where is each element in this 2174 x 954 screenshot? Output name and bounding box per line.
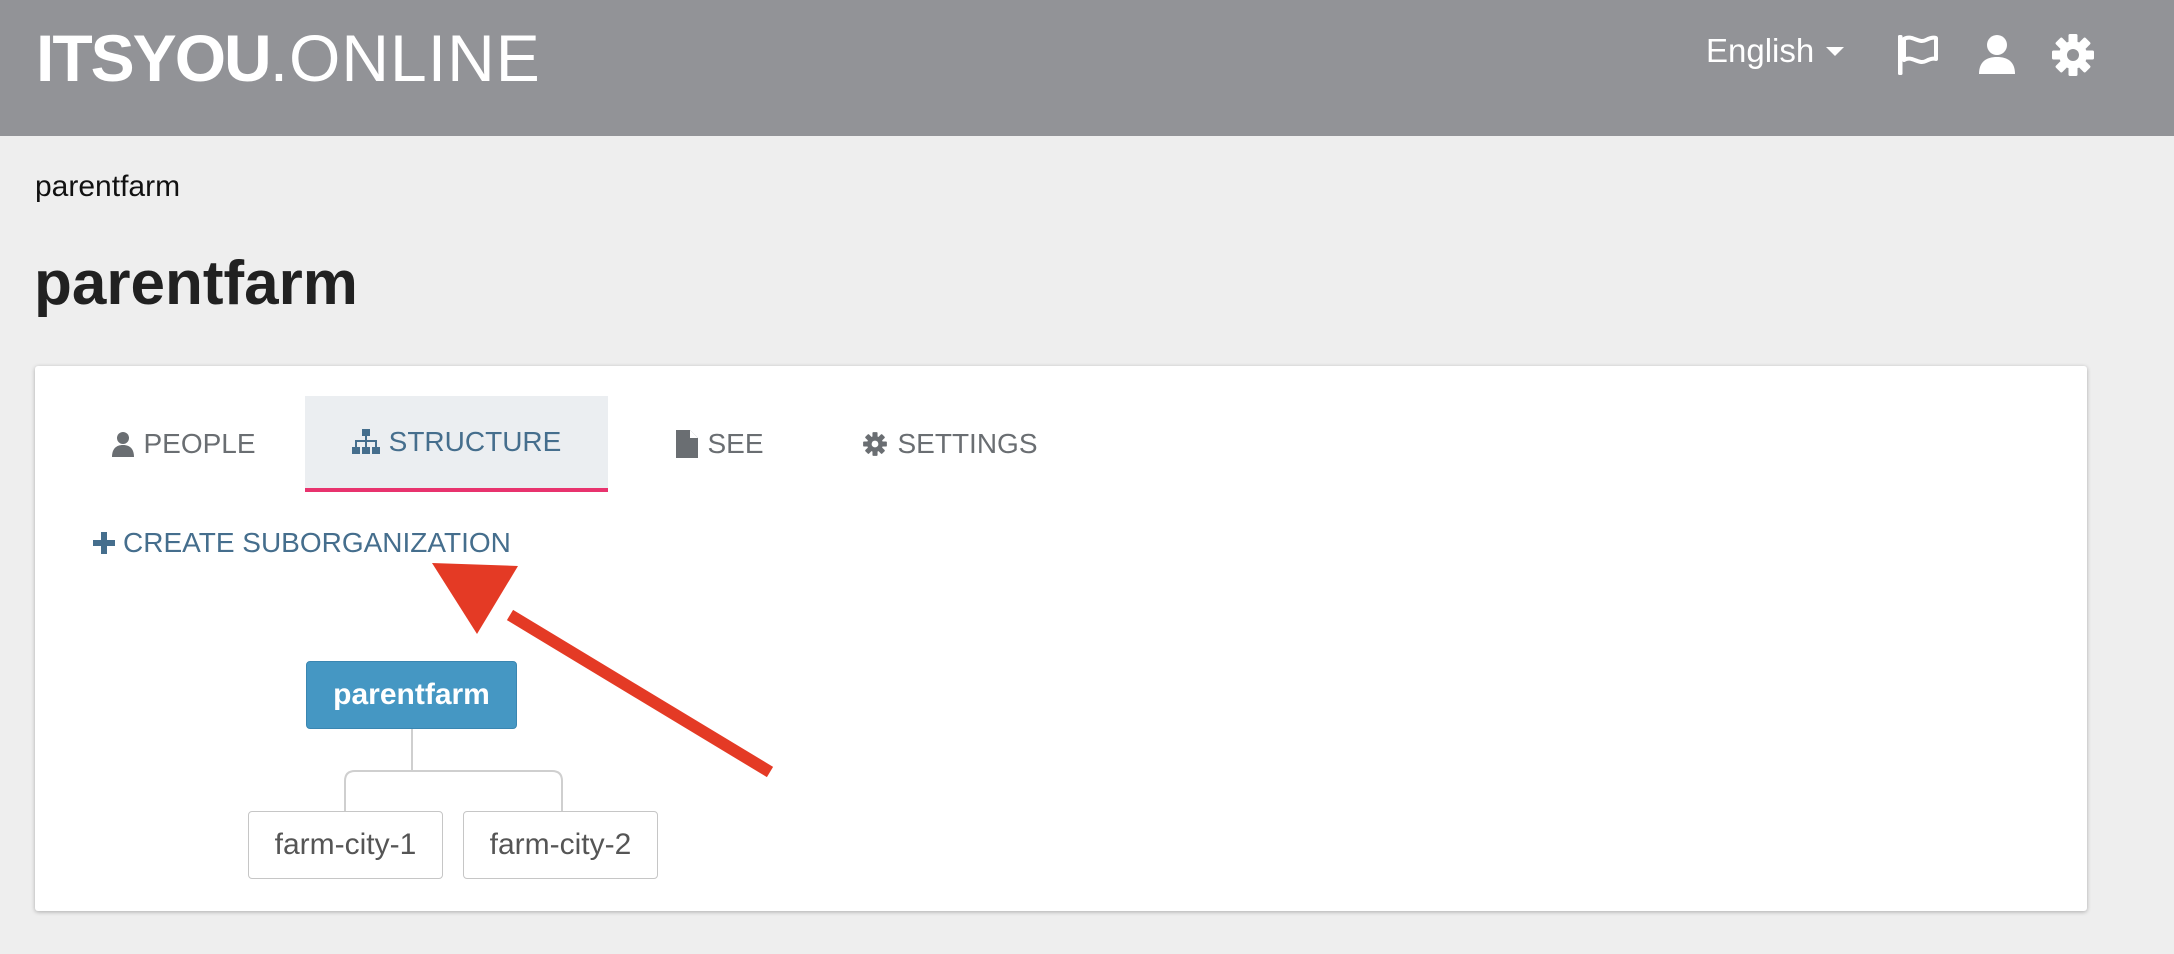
logo-light-text: .ONLINE bbox=[269, 21, 541, 95]
sitemap-icon bbox=[351, 429, 380, 454]
tab-structure[interactable]: STRUCTURE bbox=[305, 396, 608, 492]
language-dropdown[interactable]: English bbox=[1706, 30, 1845, 72]
tab-label: STRUCTURE bbox=[388, 426, 562, 457]
language-label: English bbox=[1706, 32, 1815, 69]
create-suborganization-button[interactable]: CREATE SUBORGANIZATION bbox=[93, 524, 511, 562]
file-icon bbox=[676, 430, 699, 458]
org-tree-root-node[interactable]: parentfarm bbox=[306, 661, 517, 729]
caret-down-icon bbox=[1826, 46, 1845, 56]
tab-label: SEE bbox=[707, 428, 764, 459]
tab-label: PEOPLE bbox=[143, 428, 256, 459]
top-navbar: ITSYOU .ONLINE English bbox=[0, 0, 2174, 136]
flag-icon[interactable] bbox=[1894, 32, 1940, 78]
app-logo[interactable]: ITSYOU .ONLINE bbox=[36, 18, 541, 98]
gear-icon bbox=[863, 432, 888, 456]
organization-card: PEOPLE STRUCTURE SEE SETTINGS CREATE SUB… bbox=[35, 366, 2087, 911]
tab-settings[interactable]: SETTINGS bbox=[830, 396, 1070, 492]
org-tree-child-node[interactable]: farm-city-2 bbox=[463, 811, 658, 879]
plus-icon bbox=[93, 532, 115, 554]
tab-label: SETTINGS bbox=[897, 428, 1038, 459]
tab-see[interactable]: SEE bbox=[650, 396, 790, 492]
user-icon bbox=[112, 432, 135, 457]
page-title: parentfarm bbox=[34, 249, 358, 318]
user-icon[interactable] bbox=[1974, 32, 2020, 78]
breadcrumb[interactable]: parentfarm bbox=[35, 170, 180, 204]
create-suborganization-label: CREATE SUBORGANIZATION bbox=[123, 527, 511, 558]
logo-bold-text: ITSYOU bbox=[36, 21, 272, 95]
org-tree-child-node[interactable]: farm-city-1 bbox=[248, 811, 443, 879]
tab-people[interactable]: PEOPLE bbox=[75, 396, 293, 492]
gear-icon[interactable] bbox=[2050, 32, 2096, 78]
